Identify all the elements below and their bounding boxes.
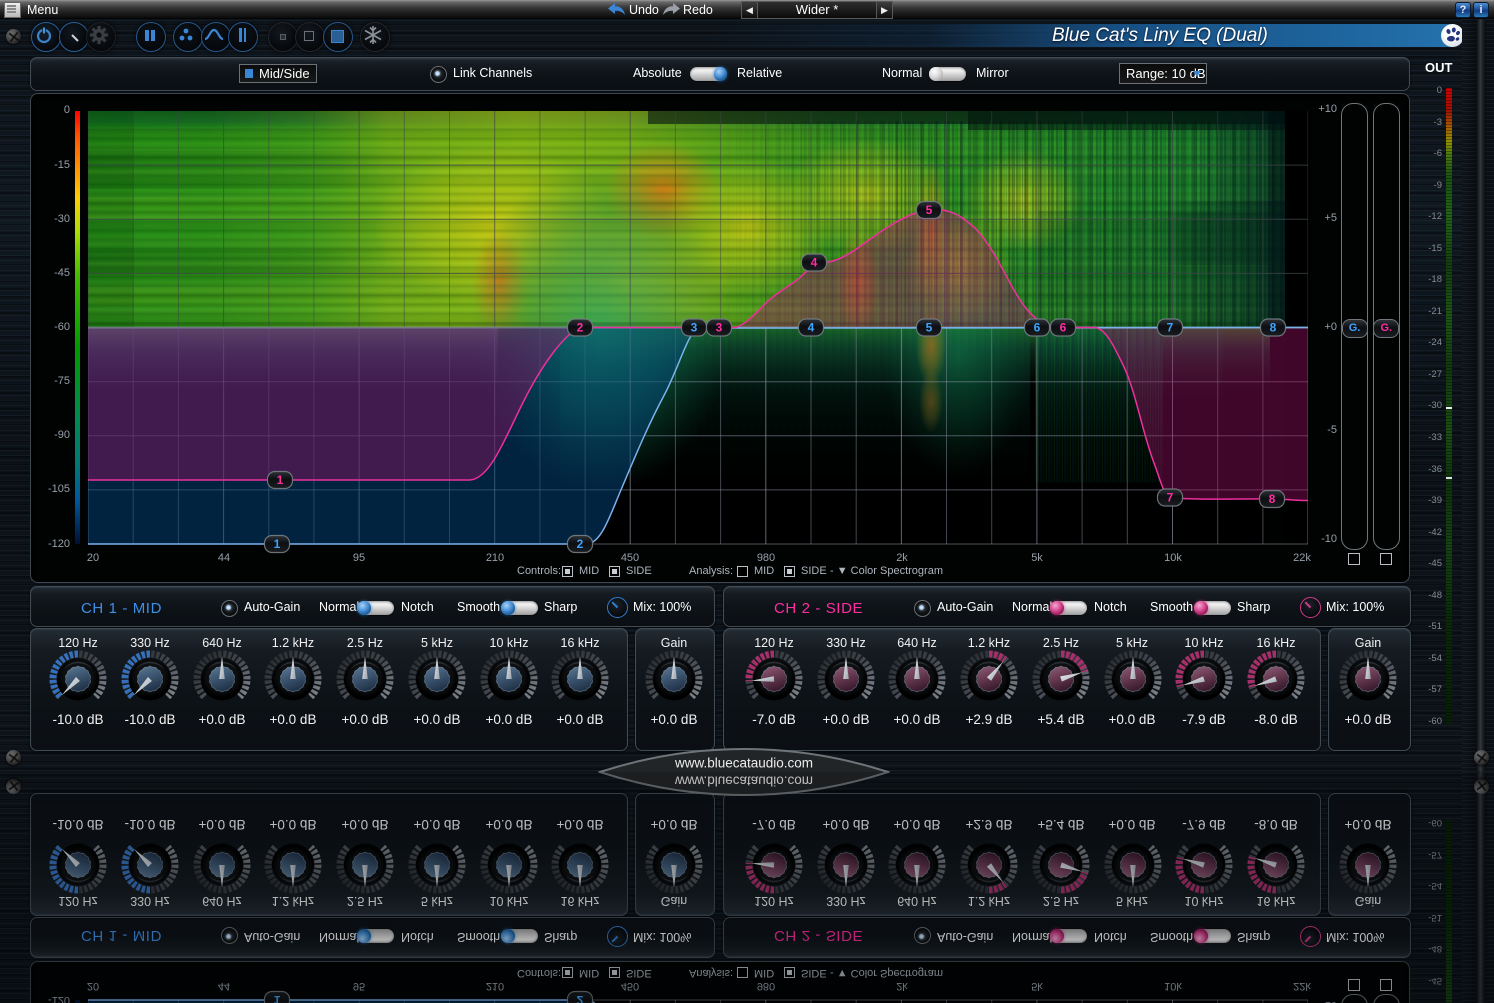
svg-text:4: 4 — [808, 320, 815, 334]
svg-text:2: 2 — [577, 994, 584, 1003]
svg-text:4: 4 — [811, 255, 818, 269]
svg-text:7: 7 — [1167, 490, 1174, 504]
svg-text:3: 3 — [716, 320, 723, 334]
svg-text:1: 1 — [274, 537, 281, 551]
svg-text:1: 1 — [274, 994, 281, 1003]
svg-text:5: 5 — [926, 320, 933, 334]
svg-text:6: 6 — [1060, 320, 1067, 334]
svg-text:www.bluecataudio.com: www.bluecataudio.com — [674, 774, 813, 789]
svg-text:7: 7 — [1167, 320, 1174, 334]
svg-text:5: 5 — [926, 203, 933, 217]
svg-text:2: 2 — [577, 320, 584, 334]
svg-text:1: 1 — [277, 473, 284, 487]
svg-text:www.bluecataudio.com: www.bluecataudio.com — [674, 756, 813, 771]
svg-text:3: 3 — [691, 320, 698, 334]
svg-text:2: 2 — [577, 537, 584, 551]
svg-text:8: 8 — [1270, 320, 1277, 334]
svg-text:8: 8 — [1269, 492, 1276, 506]
svg-text:6: 6 — [1034, 320, 1041, 334]
